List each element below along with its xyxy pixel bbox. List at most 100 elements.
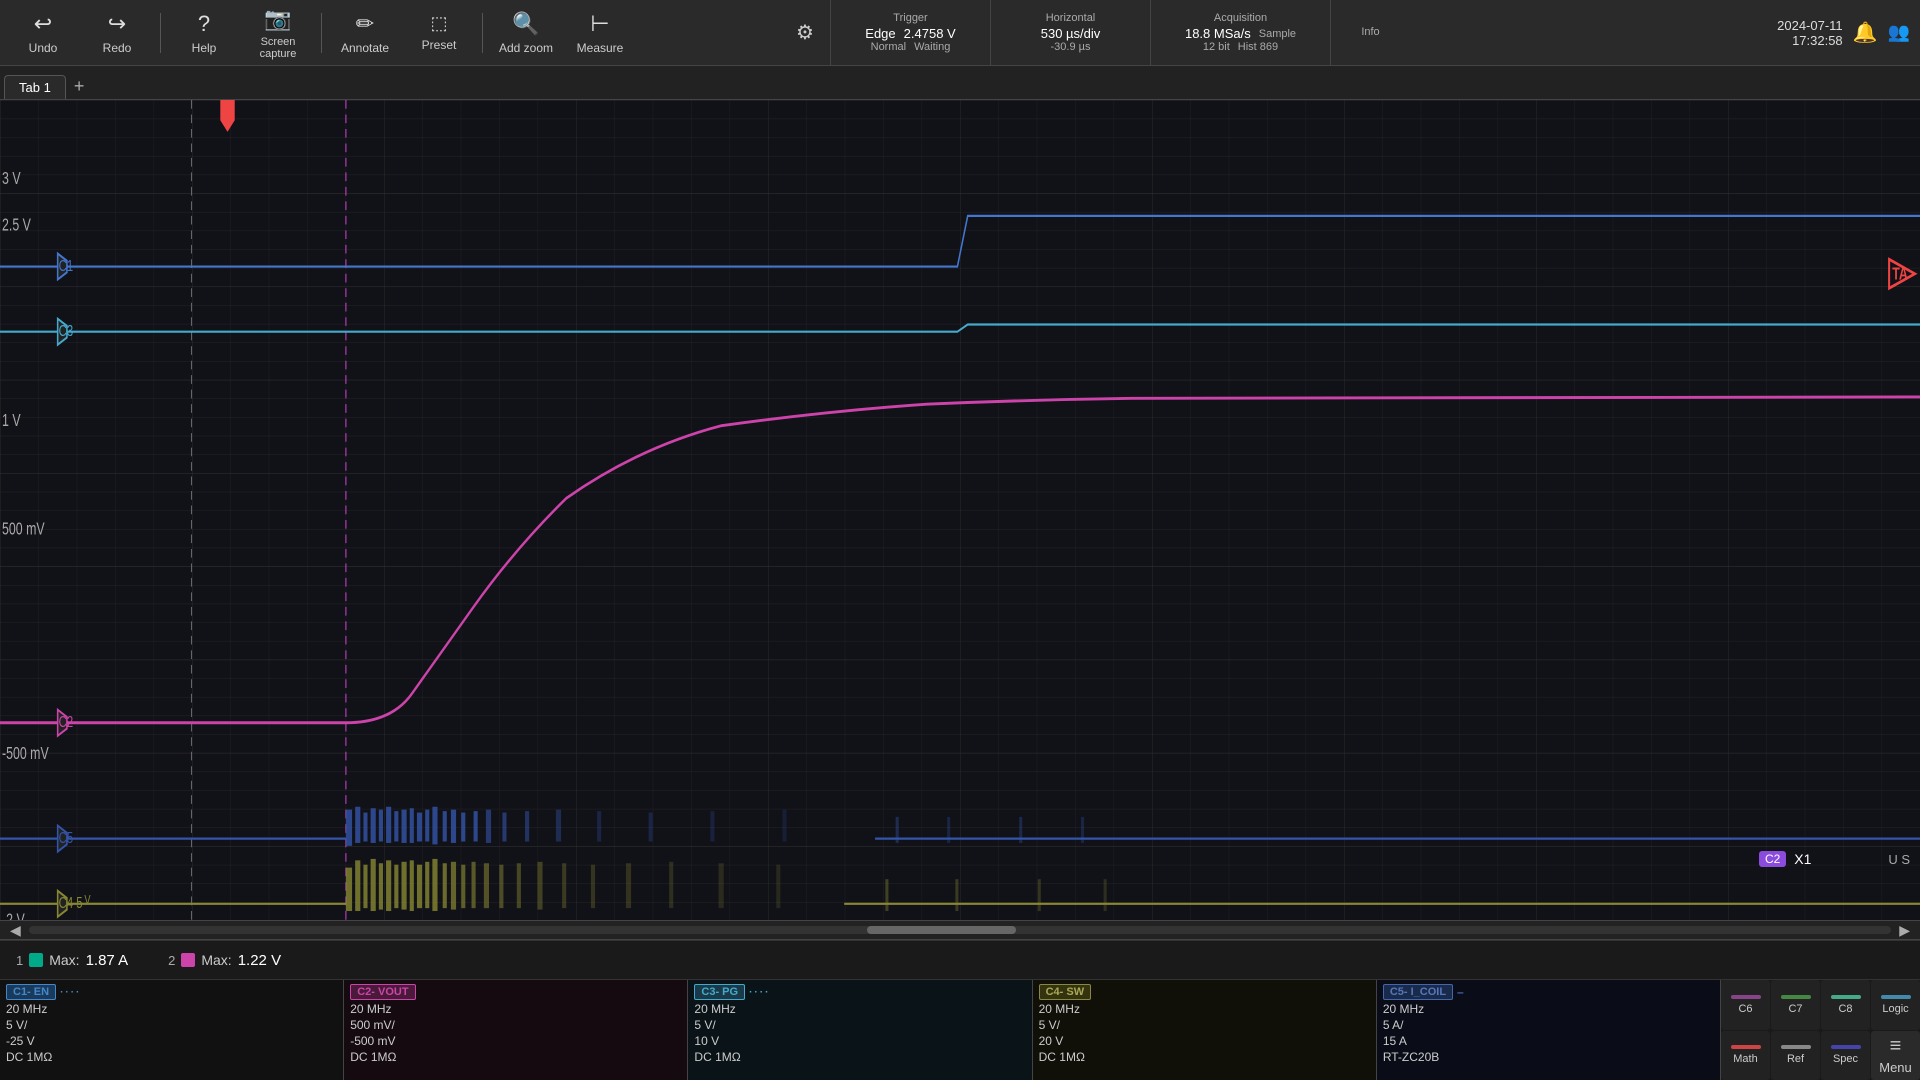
trigger-voltage: 2.4758 V [904, 26, 956, 41]
meas-label-1: Max: [49, 952, 79, 968]
datetime-text: 2024-07-11 17:32:58 [1777, 18, 1843, 48]
tab-add-button[interactable]: + [66, 76, 93, 99]
ch3-bw: 20 MHz [694, 1002, 1025, 1016]
redo-icon: ↪ [108, 11, 126, 37]
ch5-name: C5- I_COIL [1383, 984, 1453, 1000]
c8-color-bar [1831, 995, 1861, 999]
spec-color-bar [1831, 1045, 1861, 1049]
ch4-offset: 20 V [1039, 1034, 1370, 1048]
ch3-footer[interactable]: C3- PG ···· 20 MHz 5 V/ 10 V DC 1MΩ [688, 980, 1032, 1080]
ch2-bw: 20 MHz [350, 1002, 681, 1016]
ch3-dots: ···· [749, 987, 770, 998]
ch3-coupling: DC 1MΩ [694, 1050, 1025, 1064]
horizontal-timebase: 530 µs/div [1041, 26, 1101, 41]
ch2-name: C2- VOUT [350, 984, 415, 1000]
menu-button[interactable]: ≡ Menu [1871, 1031, 1920, 1080]
annotate-button[interactable]: ✏ Annotate [330, 4, 400, 62]
tabbar: Tab 1 + [0, 66, 1920, 100]
horizontal-offset: -30.9 µs [1051, 41, 1091, 53]
toolbar-separator-2 [321, 13, 322, 53]
x1-unit: U S [1888, 852, 1910, 867]
undo-button[interactable]: ↩ Undo [8, 4, 78, 62]
ch5-offset: 15 A [1383, 1034, 1714, 1048]
ch4-bw: 20 MHz [1039, 1002, 1370, 1016]
meas-num-2: 2 [168, 953, 175, 968]
top-panels: Trigger Edge 2.4758 V Normal Waiting Hor… [830, 0, 1720, 66]
trigger-type: Edge [865, 26, 895, 41]
svg-text:V: V [84, 893, 91, 907]
c6-button[interactable]: C6 [1721, 980, 1770, 1030]
ch1-footer[interactable]: C1- EN ···· 20 MHz 5 V/ -25 V DC 1MΩ [0, 980, 344, 1080]
trigger-panel[interactable]: Trigger Edge 2.4758 V Normal Waiting [830, 0, 990, 65]
ch4-scale: 5 V/ [1039, 1018, 1370, 1032]
acquisition-panel[interactable]: Acquisition 18.8 MSa/s Sample 12 bit His… [1150, 0, 1330, 65]
logic-color-bar [1881, 995, 1911, 999]
ch4-footer[interactable]: C4- SW 20 MHz 5 V/ 20 V DC 1MΩ [1033, 980, 1377, 1080]
ref-color-bar [1781, 1045, 1811, 1049]
svg-text:TA: TA [1892, 265, 1908, 285]
info-panel[interactable]: Info [1330, 0, 1410, 65]
math-button[interactable]: Math [1721, 1031, 1770, 1080]
svg-text:C1: C1 [59, 256, 73, 274]
ch4-coupling: DC 1MΩ [1039, 1050, 1370, 1064]
ch1-coupling: DC 1MΩ [6, 1050, 337, 1064]
logic-button[interactable]: Logic [1871, 980, 1920, 1030]
ch1-bw: 20 MHz [6, 1002, 337, 1016]
meas-val-1: 1.87 A [86, 952, 129, 969]
scroll-right-button[interactable]: ▶ [1899, 922, 1910, 939]
x1-label: X1 [1794, 851, 1811, 867]
trigger-mode: Normal [871, 41, 906, 53]
gear-button[interactable]: ⚙ [780, 0, 830, 66]
scroll-thumb[interactable] [867, 926, 1016, 934]
ch5-coupling: RT-ZC20B [1383, 1050, 1714, 1064]
ch2-offset: -500 mV [350, 1034, 681, 1048]
horizontal-panel[interactable]: Horizontal 530 µs/div -30.9 µs [990, 0, 1150, 65]
spec-button[interactable]: Spec [1821, 1031, 1870, 1080]
ch5-bw: 20 MHz [1383, 1002, 1714, 1016]
scroll-left-button[interactable]: ◀ [10, 922, 21, 939]
meas-label-2: Max: [201, 952, 231, 968]
ch5-scale: 5 A/ [1383, 1018, 1714, 1032]
ref-button[interactable]: Ref [1771, 1031, 1820, 1080]
zoom-icon: 🔍 [512, 11, 539, 37]
channel-footer: C1- EN ···· 20 MHz 5 V/ -25 V DC 1MΩ C2-… [0, 980, 1720, 1080]
pen-icon: ✏ [356, 11, 374, 37]
scrollbar[interactable]: ◀ ▶ [0, 920, 1920, 940]
acquisition-mode: Sample [1259, 28, 1296, 40]
ch2-footer[interactable]: C2- VOUT 20 MHz 500 mV/ -500 mV DC 1MΩ [344, 980, 688, 1080]
info-title: Info [1361, 26, 1379, 38]
acquisition-bits: 12 bit [1203, 41, 1230, 53]
tab-1[interactable]: Tab 1 [4, 75, 66, 99]
math-color-bar [1731, 1045, 1761, 1049]
svg-text:3 V: 3 V [2, 169, 21, 189]
measure-button[interactable]: ⊢ Measure [565, 4, 635, 62]
c7-button[interactable]: C7 [1771, 980, 1820, 1030]
help-button[interactable]: ? Help [169, 4, 239, 62]
bell-icon[interactable]: 🔔 [1853, 20, 1878, 45]
horizontal-title: Horizontal [1046, 12, 1096, 24]
ch5-dash: – [1457, 985, 1464, 999]
screen-capture-button[interactable]: 📷 Screencapture [243, 4, 313, 62]
datetime-area: 2024-07-11 17:32:58 🔔 👥 [1720, 0, 1920, 66]
preset-icon: ⬚ [430, 13, 447, 34]
trigger-status: Waiting [914, 41, 950, 53]
measure-icon: ⊢ [590, 11, 609, 37]
svg-text:C4 5: C4 5 [59, 893, 83, 911]
right-footer-panel: C6 C7 C8 Logic Math Ref Spec ≡ Menu [1720, 980, 1920, 1080]
redo-button[interactable]: ↪ Redo [82, 4, 152, 62]
user-icon[interactable]: 👥 [1888, 22, 1910, 43]
c8-button[interactable]: C8 [1821, 980, 1870, 1030]
ch5-footer[interactable]: C5- I_COIL – 20 MHz 5 A/ 15 A RT-ZC20B [1377, 980, 1720, 1080]
add-zoom-button[interactable]: 🔍 Add zoom [491, 4, 561, 62]
toolbar-separator-1 [160, 13, 161, 53]
acquisition-title: Acquisition [1214, 12, 1267, 24]
ch1-scale: 5 V/ [6, 1018, 337, 1032]
ch1-name: C1- EN [6, 984, 56, 1000]
scroll-track[interactable] [29, 926, 1891, 934]
acquisition-rate: 18.8 MSa/s [1185, 26, 1251, 41]
preset-button[interactable]: ⬚ Preset [404, 4, 474, 62]
svg-text:500 mV: 500 mV [2, 519, 45, 539]
trigger-title: Trigger [893, 12, 927, 24]
x1-input[interactable] [1819, 852, 1880, 867]
measurement-bar: 1 Max: 1.87 A 2 Max: 1.22 V C2 X1 U S [0, 940, 1920, 980]
